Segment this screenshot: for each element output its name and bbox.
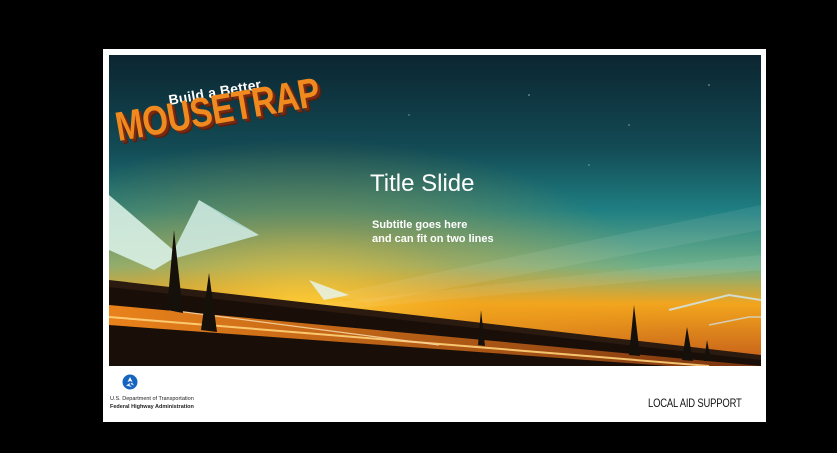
logo-wordmark: MOUSETRAP <box>111 68 323 150</box>
program-name: LOCAL AID SUPPORT <box>648 398 742 410</box>
slide-title: Title Slide <box>370 170 475 197</box>
screen: Build a Better MOUSETRAP Title Slide Sub… <box>0 0 837 453</box>
department-name: U.S. Department of Transportation <box>110 396 194 402</box>
subtitle-line-1: Subtitle goes here <box>372 219 468 231</box>
agency-name: Federal Highway Administration <box>110 404 194 410</box>
slide-subtitle: Subtitle goes here and can fit on two li… <box>372 218 494 246</box>
dot-triskelion-icon <box>122 374 138 390</box>
mousetrap-logo: Build a Better MOUSETRAP <box>112 68 323 160</box>
subtitle-line-2: and can fit on two lines <box>372 233 494 245</box>
